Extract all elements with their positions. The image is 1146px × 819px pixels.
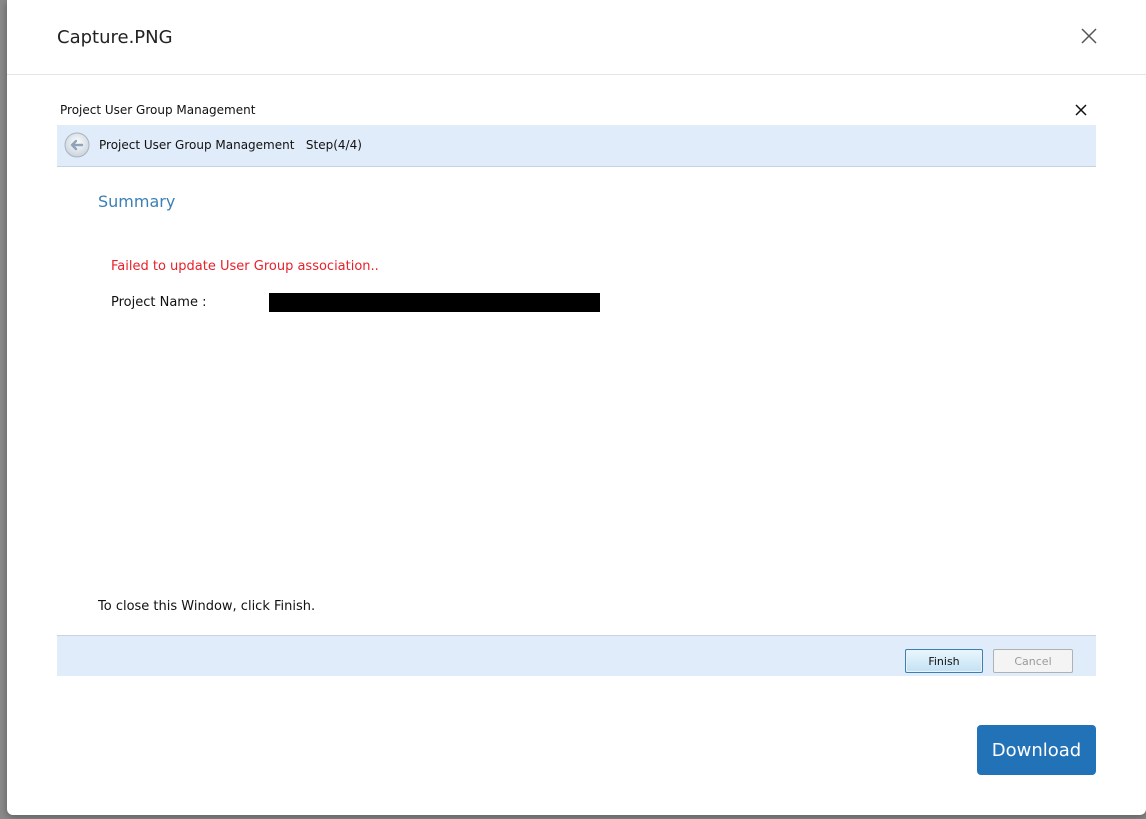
wizard-window-title: Project User Group Management (60, 103, 256, 117)
error-message: Failed to update User Group association.… (111, 259, 379, 274)
modal-title: Capture.PNG (57, 27, 173, 48)
back-arrow-icon[interactable] (64, 132, 90, 158)
wizard-footer-bar: Finish Cancel (57, 635, 1096, 676)
wizard-step-title: Project User Group Management Step(4/4) (99, 138, 362, 152)
finish-button[interactable]: Finish (905, 649, 983, 673)
cancel-button: Cancel (993, 649, 1073, 673)
close-hint-text: To close this Window, click Finish. (98, 599, 316, 614)
wizard-close-icon[interactable] (1074, 103, 1088, 117)
project-name-redacted (269, 293, 600, 312)
download-button[interactable]: Download (977, 725, 1096, 775)
wizard-step-bar: Project User Group Management Step(4/4) (57, 125, 1096, 167)
modal-header: Capture.PNG (7, 0, 1146, 75)
step-indicator: Step(4/4) (305, 138, 362, 152)
summary-heading: Summary (98, 192, 176, 211)
image-preview-modal: Capture.PNG Project User Group Managemen… (7, 0, 1146, 815)
close-icon[interactable] (1079, 26, 1099, 46)
project-name-label: Project Name : (111, 295, 207, 310)
